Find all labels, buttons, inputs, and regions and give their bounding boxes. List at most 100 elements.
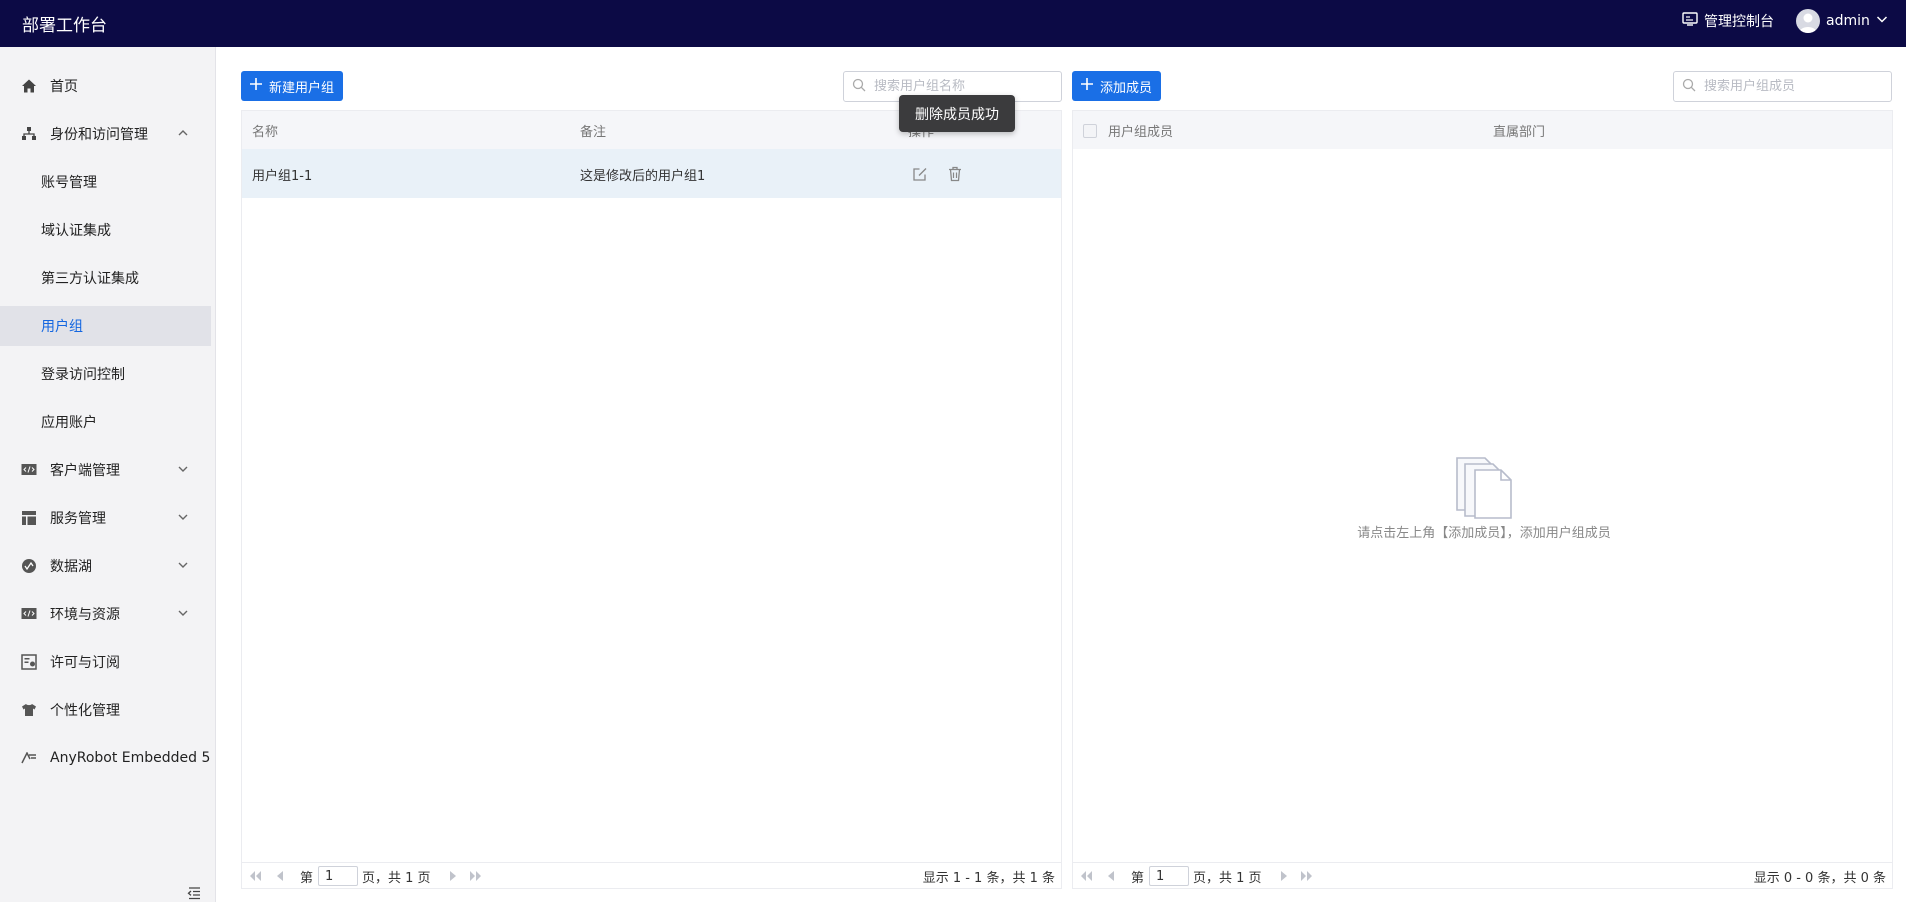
sidebar-item-label: 客户端管理: [50, 463, 120, 479]
plus-icon: [1080, 77, 1094, 95]
column-header-name: 名称: [252, 125, 279, 140]
sidebar-item-personalization[interactable]: 个性化管理: [0, 690, 211, 730]
user-name: admin: [1826, 13, 1870, 29]
sidebar-item-data-lake[interactable]: 数据湖: [0, 546, 211, 586]
sidebar-item-client-management[interactable]: 客户端管理: [0, 450, 211, 490]
chevron-down-icon: [177, 463, 189, 475]
page-prefix: 第: [300, 871, 314, 886]
sidebar-item-environment-resources[interactable]: 环境与资源: [0, 594, 211, 634]
sidebar-item-label: 环境与资源: [50, 607, 120, 623]
new-user-group-button[interactable]: 新建用户组: [241, 71, 344, 101]
sidebar-item-label: 用户组: [41, 319, 83, 335]
console-icon: [1682, 12, 1698, 30]
sidebar-item-label: 域认证集成: [41, 223, 111, 239]
sidebar-item-label: 第三方认证集成: [41, 271, 139, 287]
next-page-icon[interactable]: [1277, 869, 1291, 883]
client-icon: [20, 461, 38, 479]
user-group-table: 名称 备注 操作 用户组1-1 这是修改后的用户组1 第 页，共 1 页 显示 …: [241, 110, 1062, 889]
user-group-search-input[interactable]: [874, 79, 1034, 94]
column-header-member: 用户组成员: [1108, 125, 1174, 140]
column-header-note: 备注: [580, 125, 607, 140]
sidebar-item-service-management[interactable]: 服务管理: [0, 498, 211, 538]
search-icon: [852, 78, 866, 96]
sidebar-item-license-subscription[interactable]: 许可与订阅: [0, 642, 211, 682]
first-page-icon[interactable]: [248, 869, 262, 883]
member-search: [1673, 71, 1892, 102]
last-page-icon[interactable]: [1300, 869, 1314, 883]
license-icon: [20, 653, 38, 671]
prev-page-icon[interactable]: [273, 869, 287, 883]
page-suffix: 页，共 1 页: [1193, 871, 1262, 886]
chevron-down-icon: [177, 607, 189, 619]
plus-icon: [249, 77, 263, 95]
sidebar-item-identity-access[interactable]: 身份和访问管理: [0, 114, 211, 154]
sidebar-item-label: 身份和访问管理: [50, 127, 148, 143]
console-label: 管理控制台: [1704, 14, 1774, 30]
app-title: 部署工作台: [22, 16, 107, 36]
chevron-down-icon: [177, 559, 189, 571]
page-number-input[interactable]: [318, 866, 358, 886]
top-bar: 部署工作台 管理控制台 admin: [0, 0, 1906, 47]
sidebar-item-label: 数据湖: [50, 559, 92, 575]
sidebar-item-anyrobot[interactable]: AnyRobot Embedded 5: [0, 738, 211, 778]
pagination: 第 页，共 1 页 显示 0 - 0 条，共 0 条: [1073, 862, 1892, 888]
empty-state: 请点击左上角【添加成员】，添加用户组成员: [1354, 454, 1614, 541]
avatar: [1796, 9, 1820, 33]
page-number-input[interactable]: [1149, 866, 1189, 886]
pagination-summary: 显示 0 - 0 条，共 0 条: [1753, 871, 1886, 886]
sidebar-item-label: 首页: [50, 79, 78, 95]
first-page-icon[interactable]: [1079, 869, 1093, 883]
sidebar-item-label: 登录访问控制: [41, 367, 125, 383]
management-console-link[interactable]: 管理控制台: [1682, 11, 1774, 31]
pagination: 第 页，共 1 页 显示 1 - 1 条，共 1 条: [242, 862, 1061, 888]
sidebar-item-login-access-control[interactable]: 登录访问控制: [0, 354, 211, 394]
service-icon: [20, 509, 38, 527]
sidebar-item-user-groups[interactable]: 用户组: [0, 306, 211, 346]
member-search-input[interactable]: [1704, 79, 1864, 94]
sidebar: 首页 身份和访问管理 账号管理 域认证集成 第三方认证集成 用户组 登录访问控制…: [0, 47, 216, 902]
prev-page-icon[interactable]: [1104, 869, 1118, 883]
collapse-sidebar-icon[interactable]: [186, 885, 202, 901]
select-all-checkbox[interactable]: [1083, 124, 1097, 138]
group-note-cell: 这是修改后的用户组1: [580, 169, 706, 184]
sidebar-item-app-accounts[interactable]: 应用账户: [0, 402, 211, 442]
sidebar-item-label: 账号管理: [41, 175, 97, 191]
add-member-button[interactable]: 添加成员: [1072, 71, 1162, 101]
datalake-icon: [20, 557, 38, 575]
chevron-down-icon: [177, 511, 189, 523]
sidebar-item-domain-auth[interactable]: 域认证集成: [0, 210, 211, 250]
sidebar-item-label: 许可与订阅: [50, 655, 120, 671]
empty-document-icon: [1354, 454, 1614, 520]
home-icon: [20, 77, 38, 95]
sidebar-item-third-party-auth[interactable]: 第三方认证集成: [0, 258, 211, 298]
page-prefix: 第: [1131, 871, 1145, 886]
table-row[interactable]: 用户组1-1 这是修改后的用户组1: [242, 149, 1061, 198]
new-user-group-label: 新建用户组: [269, 80, 335, 96]
page-suffix: 页，共 1 页: [362, 871, 431, 886]
chevron-up-icon: [177, 127, 189, 139]
sidebar-item-label: 服务管理: [50, 511, 106, 527]
sidebar-item-label: 个性化管理: [50, 703, 120, 719]
next-page-icon[interactable]: [446, 869, 460, 883]
search-icon: [1682, 78, 1696, 96]
sidebar-item-account-management[interactable]: 账号管理: [0, 162, 211, 202]
sidebar-item-label: 应用账户: [41, 415, 97, 431]
add-member-label: 添加成员: [1100, 80, 1153, 96]
environment-icon: [20, 605, 38, 623]
table-header: 用户组成员 直属部门: [1073, 111, 1892, 149]
pagination-summary: 显示 1 - 1 条，共 1 条: [922, 871, 1055, 886]
sidebar-item-label: AnyRobot Embedded 5: [50, 750, 211, 766]
identity-icon: [20, 125, 38, 143]
last-page-icon[interactable]: [469, 869, 483, 883]
chevron-down-icon: [1876, 13, 1888, 29]
group-name-cell: 用户组1-1: [252, 169, 313, 184]
success-toast: 删除成员成功: [899, 95, 1015, 132]
empty-state-text: 请点击左上角【添加成员】，添加用户组成员: [1357, 526, 1611, 541]
sidebar-item-home[interactable]: 首页: [0, 66, 211, 106]
delete-icon[interactable]: [946, 165, 964, 183]
user-menu[interactable]: admin: [1796, 9, 1888, 33]
shirt-icon: [20, 701, 38, 719]
column-header-department: 直属部门: [1493, 125, 1546, 140]
anyrobot-icon: [20, 749, 38, 767]
edit-icon[interactable]: [911, 165, 929, 183]
